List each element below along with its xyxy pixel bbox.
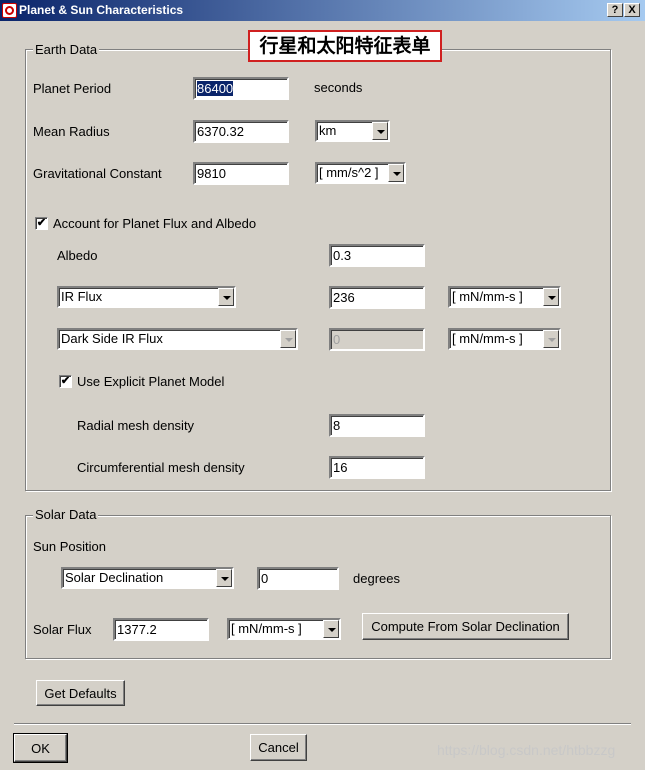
dark-unit-select: [ mN/mm-s ] bbox=[448, 328, 561, 350]
window-title: Planet & Sun Characteristics bbox=[19, 3, 184, 17]
period-value: 86400 bbox=[197, 81, 234, 96]
planet-flux-checkbox[interactable]: ✔ bbox=[35, 217, 48, 230]
chevron-down-icon[interactable] bbox=[216, 569, 232, 587]
mean-radius-input[interactable]: 6370.32 bbox=[193, 120, 289, 143]
dark-side-type: Dark Side IR Flux bbox=[61, 331, 163, 346]
ir-flux-input[interactable]: 236 bbox=[329, 286, 425, 309]
solar-data-legend: Solar Data bbox=[33, 507, 99, 522]
radial-mesh-input[interactable]: 8 bbox=[329, 414, 425, 437]
ok-button[interactable]: OK bbox=[13, 733, 68, 763]
planet-model-checkbox[interactable]: ✔ bbox=[59, 375, 72, 388]
grav-constant-input[interactable]: 9810 bbox=[193, 162, 289, 185]
albedo-label: Albedo bbox=[57, 248, 98, 263]
dark-side-flux-input: 0 bbox=[329, 328, 425, 351]
cancel-button[interactable]: Cancel bbox=[250, 734, 307, 761]
watermark: https://blog.csdn.net/htbbzzg bbox=[437, 742, 616, 758]
solar-flux-unit-select[interactable]: [ mN/mm-s ] bbox=[227, 618, 341, 640]
circ-mesh-label: Circumferential mesh density bbox=[77, 460, 245, 475]
degrees-label: degrees bbox=[353, 571, 400, 586]
sun-position-type: Solar Declination bbox=[65, 570, 164, 585]
sun-position-label: Sun Position bbox=[33, 539, 106, 554]
separator bbox=[14, 723, 631, 725]
sun-position-select[interactable]: Solar Declination bbox=[61, 567, 234, 589]
planet-period-input[interactable]: 86400 bbox=[193, 77, 289, 100]
grav-unit-value: [ mm/s^2 ] bbox=[319, 165, 379, 180]
app-icon bbox=[2, 3, 17, 18]
chevron-down-icon[interactable] bbox=[388, 164, 404, 182]
planet-flux-label[interactable]: Account for Planet Flux and Albedo bbox=[53, 216, 256, 231]
chevron-down-icon[interactable] bbox=[372, 122, 388, 140]
circ-mesh-input[interactable]: 16 bbox=[329, 456, 425, 479]
radius-unit-select[interactable]: km bbox=[315, 120, 390, 142]
solar-flux-label: Solar Flux bbox=[33, 622, 92, 637]
compute-from-declination-button[interactable]: Compute From Solar Declination bbox=[362, 613, 569, 640]
period-unit-label: seconds bbox=[314, 80, 363, 95]
albedo-input[interactable]: 0.3 bbox=[329, 244, 425, 267]
earth-data-legend: Earth Data bbox=[33, 42, 100, 57]
solar-flux-input[interactable]: 1377.2 bbox=[113, 618, 209, 641]
ir-unit-value: [ mN/mm-s ] bbox=[452, 289, 523, 304]
close-button[interactable]: X bbox=[624, 3, 640, 17]
dark-unit-value: [ mN/mm-s ] bbox=[452, 331, 523, 346]
chevron-down-icon bbox=[280, 330, 296, 348]
get-defaults-button[interactable]: Get Defaults bbox=[36, 680, 125, 706]
grav-unit-select[interactable]: [ mm/s^2 ] bbox=[315, 162, 406, 184]
chevron-down-icon[interactable] bbox=[218, 288, 234, 306]
ir-unit-select[interactable]: [ mN/mm-s ] bbox=[448, 286, 561, 308]
planet-period-label: Planet Period bbox=[33, 81, 112, 96]
planet-model-label[interactable]: Use Explicit Planet Model bbox=[77, 374, 224, 389]
grav-constant-label: Gravitational Constant bbox=[33, 166, 162, 181]
title-bar: Planet & Sun Characteristics bbox=[0, 0, 645, 21]
ir-flux-type: IR Flux bbox=[61, 289, 103, 304]
chevron-down-icon bbox=[543, 330, 559, 348]
chevron-down-icon[interactable] bbox=[323, 620, 339, 638]
chevron-down-icon[interactable] bbox=[543, 288, 559, 306]
solar-flux-unit-value: [ mN/mm-s ] bbox=[231, 621, 302, 636]
annotation-label: 行星和太阳特征表单 bbox=[248, 30, 442, 62]
help-button[interactable]: ? bbox=[607, 3, 623, 17]
radial-mesh-label: Radial mesh density bbox=[77, 418, 195, 433]
declination-input[interactable]: 0 bbox=[257, 567, 339, 590]
mean-radius-label: Mean Radius bbox=[33, 124, 110, 139]
dark-side-flux-select: Dark Side IR Flux bbox=[57, 328, 298, 350]
ir-flux-select[interactable]: IR Flux bbox=[57, 286, 236, 308]
radius-unit-value: km bbox=[319, 123, 337, 138]
